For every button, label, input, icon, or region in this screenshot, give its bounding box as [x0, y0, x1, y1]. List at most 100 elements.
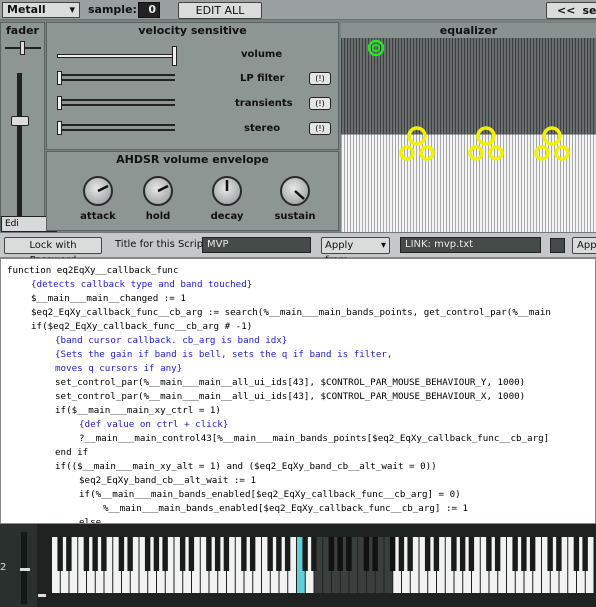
mod-wheel-handle[interactable] — [38, 594, 46, 597]
black-key[interactable] — [284, 537, 291, 571]
link-checkbox[interactable] — [550, 238, 565, 253]
black-key[interactable] — [83, 537, 90, 571]
lp-filter-slider[interactable] — [57, 71, 177, 85]
black-key[interactable] — [337, 537, 343, 571]
pan-slider[interactable] — [5, 41, 41, 55]
black-key[interactable] — [556, 537, 562, 571]
transients-info-button[interactable]: (!) — [309, 97, 331, 110]
black-key[interactable] — [389, 537, 396, 571]
prev-next-button[interactable]: << se — [546, 2, 596, 19]
code-line: {band cursor callback. cb_arg is band id… — [55, 335, 288, 346]
black-key[interactable] — [346, 537, 352, 571]
black-key[interactable] — [486, 537, 492, 571]
black-key[interactable] — [162, 537, 168, 571]
apply-from-dropdown[interactable]: Apply from...▾ — [321, 237, 390, 266]
attack-knob-group: attack — [73, 176, 123, 222]
black-key[interactable] — [241, 537, 247, 571]
velocity-panel: velocity sensitive volume LP filter (!) … — [46, 22, 339, 150]
black-key[interactable] — [249, 537, 256, 571]
black-key[interactable] — [101, 537, 107, 571]
black-key[interactable] — [433, 537, 440, 571]
black-key[interactable] — [512, 537, 518, 571]
black-key[interactable] — [66, 537, 72, 571]
edit-all-button[interactable]: EDIT ALL — [178, 2, 262, 19]
fader-panel: fader Edi↕ — [0, 22, 57, 232]
code-line: else — [79, 517, 102, 524]
black-key[interactable] — [494, 537, 501, 571]
decay-knob[interactable] — [212, 176, 242, 206]
sustain-label: sustain — [274, 211, 316, 222]
equalizer-graph[interactable] — [341, 38, 596, 232]
velocity-title: velocity sensitive — [138, 24, 247, 37]
hold-knob-group: hold — [133, 176, 183, 222]
black-key[interactable] — [529, 537, 536, 571]
black-key[interactable] — [547, 537, 553, 571]
lock-password-button[interactable]: Lock with Password — [4, 237, 102, 266]
black-key[interactable] — [92, 537, 98, 571]
black-key[interactable] — [302, 537, 308, 571]
piano-keyboard[interactable] — [52, 537, 596, 607]
stereo-slider[interactable] — [57, 121, 177, 135]
stereo-info-button[interactable]: (!) — [309, 122, 331, 135]
link-field[interactable]: LINK: mvp.txt — [400, 237, 541, 253]
equalizer-title: equalizer — [439, 24, 498, 37]
decay-knob-group: decay — [202, 176, 252, 222]
black-key[interactable] — [468, 537, 475, 571]
sustain-knob-group: sustain — [270, 176, 320, 222]
code-line: set_control_par(%__main___main__all_ui_i… — [55, 377, 526, 388]
black-key[interactable] — [398, 537, 405, 571]
black-key[interactable] — [118, 537, 125, 571]
ahdsr-panel: AHDSR volume envelope attack hold decay … — [46, 151, 339, 231]
code-line: if($eq2_EqXy_callback_func__cb_arg # -1) — [31, 321, 253, 332]
instrument-name: Metall — [7, 3, 46, 16]
stereo-label: stereo — [244, 123, 281, 134]
volume-label: volume — [241, 49, 283, 60]
script-title-label: Title for this Script — [115, 239, 207, 250]
keyboard-panel: 2 — [0, 524, 596, 607]
black-key[interactable] — [267, 537, 273, 571]
instrument-dropdown[interactable]: Metall ▾ — [2, 2, 80, 18]
sustain-knob[interactable] — [280, 176, 310, 206]
code-line: {Sets the gain if band is bell, sets the… — [55, 349, 393, 360]
black-key[interactable] — [179, 537, 186, 571]
black-key[interactable] — [153, 537, 160, 571]
code-line: ?__main___main_control43[%__main___main_… — [79, 433, 550, 444]
black-key[interactable] — [57, 537, 63, 571]
black-key[interactable] — [372, 537, 378, 571]
dropdown-arrow-icon: ▾ — [69, 3, 75, 16]
lp-filter-info-button[interactable]: (!) — [309, 72, 331, 85]
pitch-wheel-handle[interactable] — [20, 568, 30, 571]
attack-knob[interactable] — [83, 176, 113, 206]
black-key[interactable] — [582, 537, 588, 571]
volume-slider[interactable] — [57, 46, 177, 66]
script-title-input[interactable]: MVP — [202, 237, 311, 253]
black-key[interactable] — [424, 537, 431, 571]
sample-value[interactable]: 0 — [138, 2, 160, 18]
sample-label: sample: — [88, 3, 137, 16]
black-key[interactable] — [144, 537, 151, 571]
volume-fader-knob[interactable] — [11, 116, 29, 126]
black-key[interactable] — [223, 537, 230, 571]
code-line: $__main___main__changed := 1 — [31, 293, 186, 304]
code-line: %__main___main_bands_enabled[$eq2_EqXy_c… — [103, 503, 469, 514]
code-line: $eq2_EqXy_callback_func__cb_arg := searc… — [31, 307, 551, 318]
black-key[interactable] — [206, 537, 212, 571]
hold-knob[interactable] — [143, 176, 173, 206]
transients-slider[interactable] — [57, 96, 177, 110]
black-key[interactable] — [363, 537, 370, 571]
black-key[interactable] — [459, 537, 466, 571]
apply-button[interactable]: Appl — [572, 237, 596, 254]
black-key[interactable] — [521, 537, 527, 571]
black-key[interactable] — [451, 537, 457, 571]
black-key[interactable] — [127, 537, 133, 571]
black-key[interactable] — [188, 537, 195, 571]
code-line: $eq2_EqXy_band_cb__alt_wait := 1 — [79, 475, 257, 486]
black-key[interactable] — [573, 537, 580, 571]
black-key[interactable] — [276, 537, 282, 571]
script-editor[interactable]: function eq2EqXy__callback_func {detects … — [0, 258, 596, 524]
black-key[interactable] — [311, 537, 317, 571]
black-key[interactable] — [407, 537, 413, 571]
edit-label: Edi — [5, 219, 19, 229]
black-key[interactable] — [214, 537, 221, 571]
black-key[interactable] — [328, 537, 335, 571]
